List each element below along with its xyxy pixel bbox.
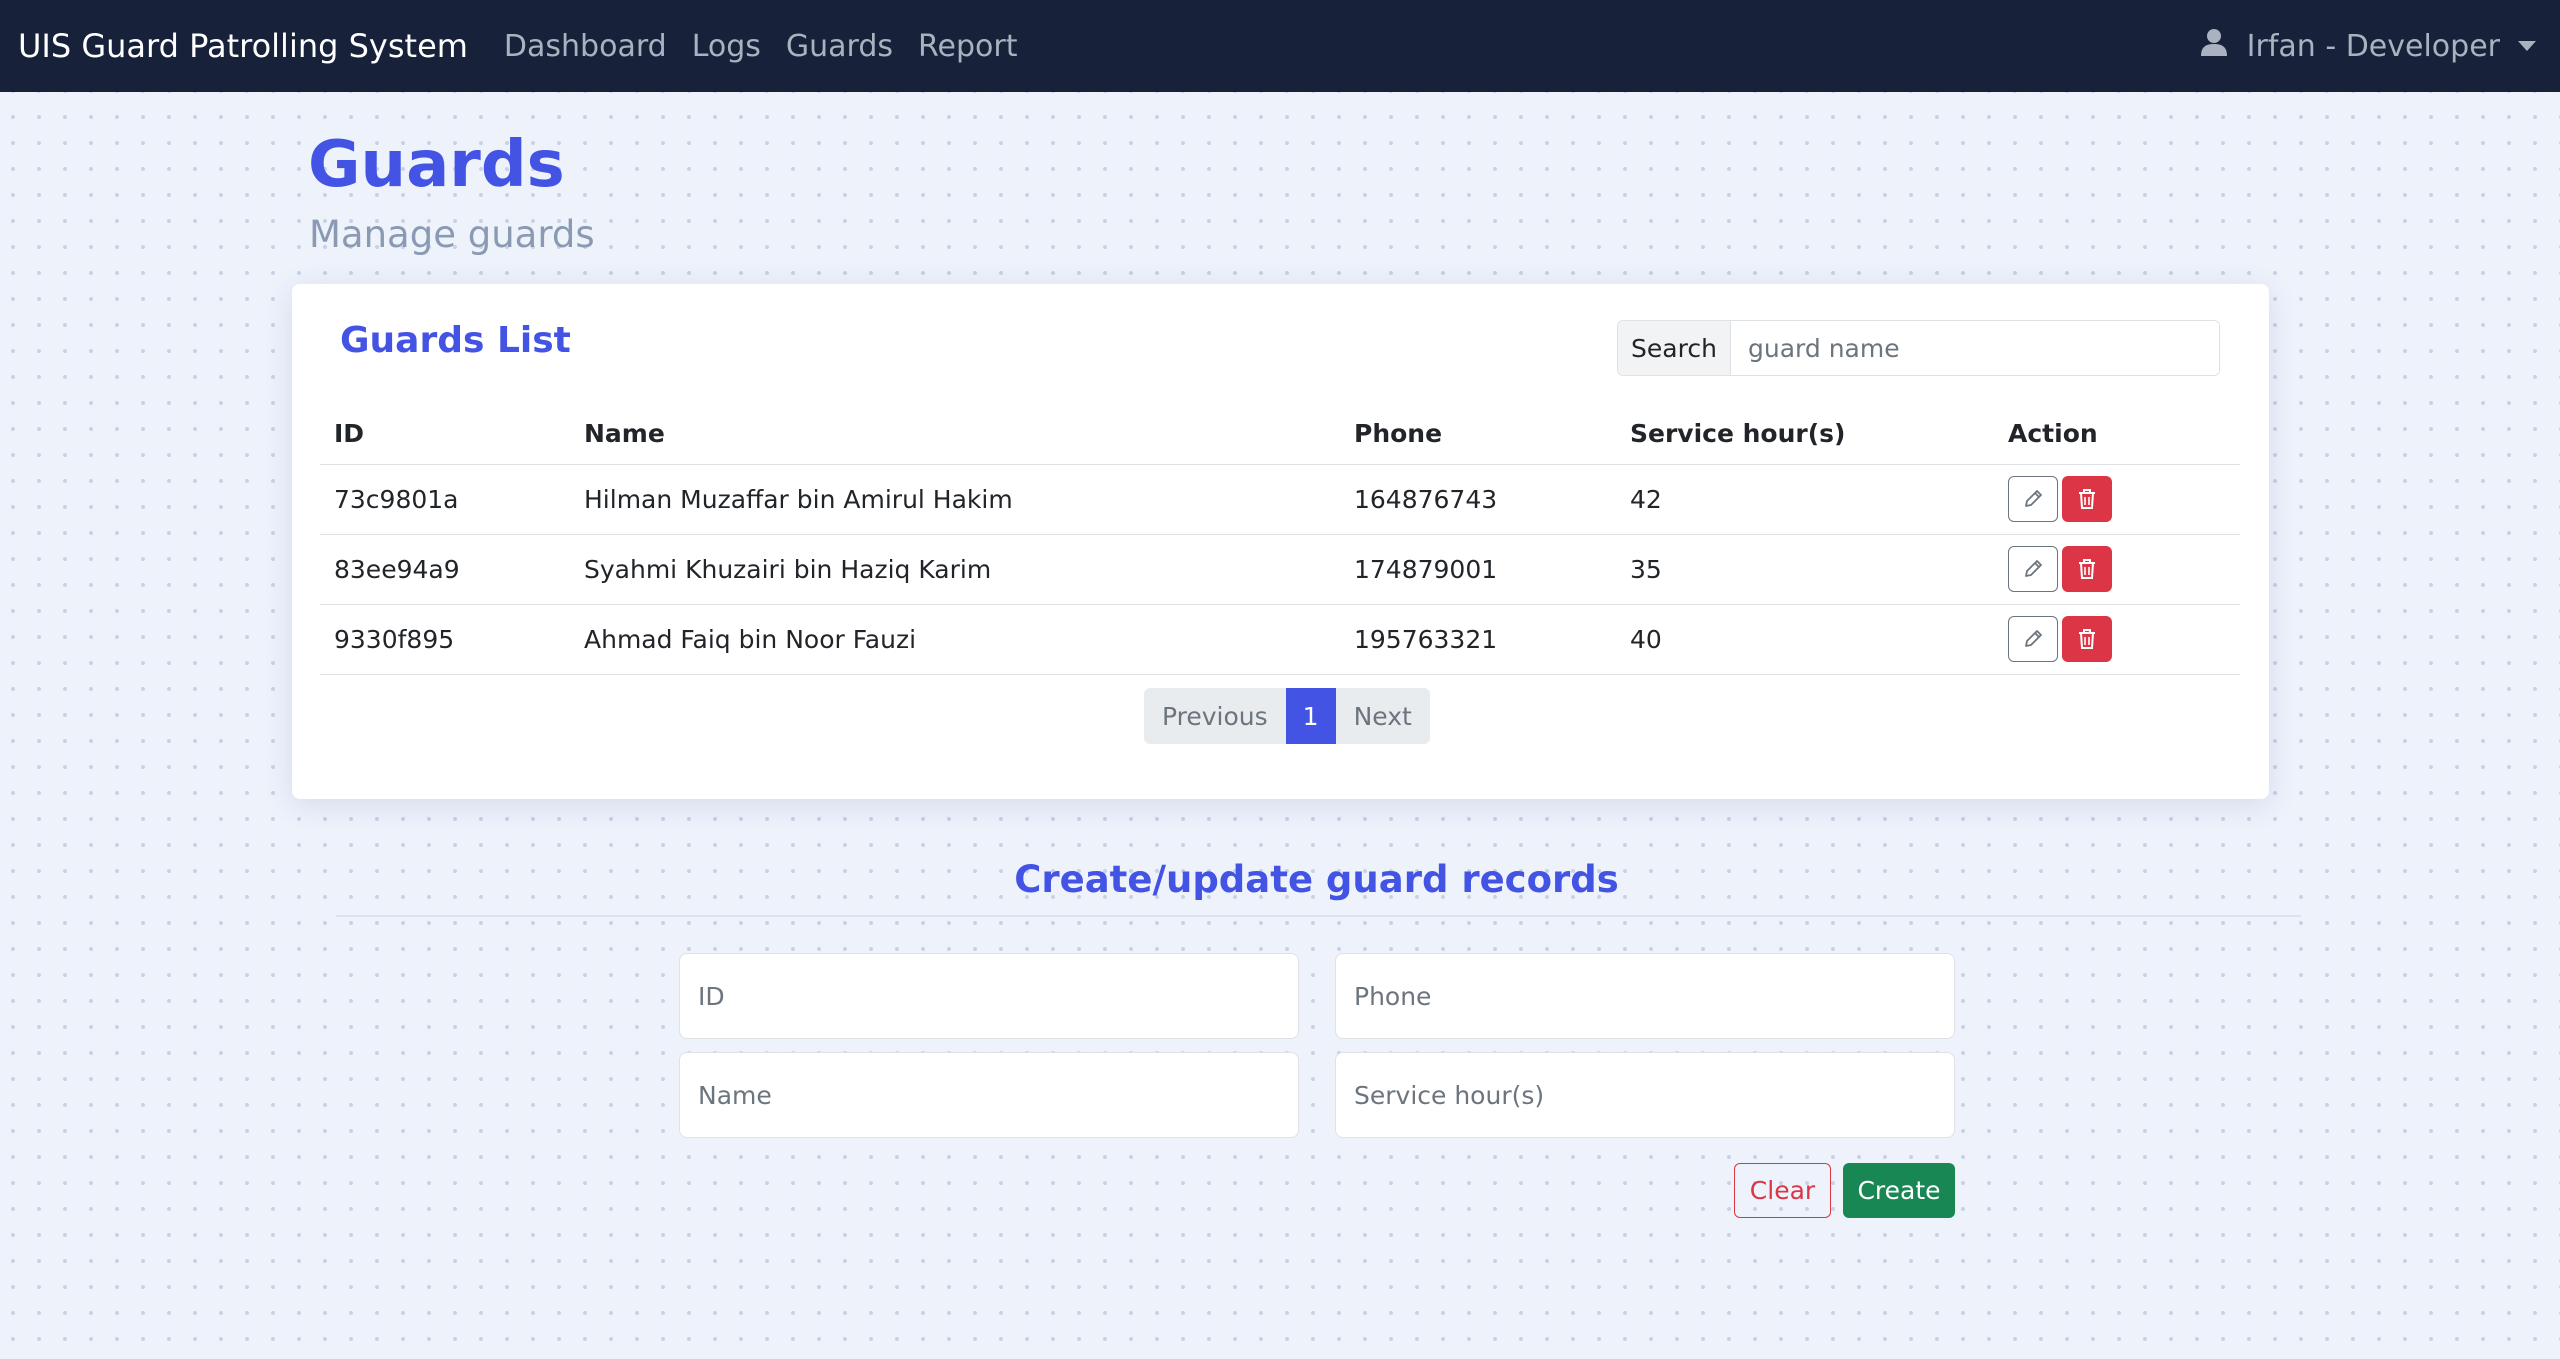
create-button[interactable]: Create <box>1843 1163 1955 1218</box>
page-subtitle: Manage guards <box>309 213 595 256</box>
trash-icon <box>2079 489 2095 509</box>
user-menu[interactable]: Irfan - Developer <box>2200 0 2536 92</box>
edit-button[interactable] <box>2008 476 2058 522</box>
nav-logs[interactable]: Logs <box>692 29 761 64</box>
nav-dashboard[interactable]: Dashboard <box>504 29 667 64</box>
pagination-previous[interactable]: Previous <box>1144 688 1286 744</box>
delete-button[interactable] <box>2062 616 2112 662</box>
pencil-icon <box>2025 490 2042 507</box>
nav-guards[interactable]: Guards <box>786 29 893 64</box>
column-header-hours: Service hour(s) <box>1616 404 1994 465</box>
table-row: 9330f895 Ahmad Faiq bin Noor Fauzi 19576… <box>320 604 2240 675</box>
pencil-icon <box>2025 560 2042 577</box>
edit-button[interactable] <box>2008 616 2058 662</box>
pagination-page-1[interactable]: 1 <box>1285 688 1336 744</box>
table-header-row: ID Name Phone Service hour(s) Action <box>320 404 2240 465</box>
cell-hours: 42 <box>1616 464 1994 535</box>
cell-name: Hilman Muzaffar bin Amirul Hakim <box>570 464 1340 535</box>
trash-icon <box>2079 629 2095 649</box>
name-field[interactable] <box>679 1052 1299 1138</box>
search-label: Search <box>1618 321 1731 375</box>
clear-button[interactable]: Clear <box>1734 1163 1831 1218</box>
edit-button[interactable] <box>2008 546 2058 592</box>
id-field[interactable] <box>679 953 1299 1039</box>
page-title: Guards <box>308 128 565 202</box>
cell-id: 9330f895 <box>320 604 570 675</box>
card-title: Guards List <box>340 320 571 361</box>
cell-id: 83ee94a9 <box>320 534 570 605</box>
search-group: Search <box>1617 320 2220 376</box>
column-header-action: Action <box>1994 404 2240 465</box>
guards-table: ID Name Phone Service hour(s) Action 73c… <box>320 404 2240 675</box>
pagination: Previous 1 Next <box>1144 688 1430 744</box>
cell-action <box>1994 534 2240 605</box>
user-icon <box>2200 28 2247 64</box>
trash-icon <box>2079 559 2095 579</box>
phone-field[interactable] <box>1335 953 1955 1039</box>
table-row: 83ee94a9 Syahmi Khuzairi bin Haziq Karim… <box>320 534 2240 605</box>
pencil-icon <box>2025 630 2042 647</box>
cell-action <box>1994 464 2240 535</box>
caret-down-icon <box>2518 41 2536 51</box>
form-title: Create/update guard records <box>1014 858 1619 901</box>
cell-id: 73c9801a <box>320 464 570 535</box>
cell-phone: 164876743 <box>1340 464 1616 535</box>
cell-name: Syahmi Khuzairi bin Haziq Karim <box>570 534 1340 605</box>
cell-phone: 195763321 <box>1340 604 1616 675</box>
nav-links: Dashboard Logs Guards Report <box>504 29 1043 64</box>
service-hours-field[interactable] <box>1335 1052 1955 1138</box>
delete-button[interactable] <box>2062 546 2112 592</box>
column-header-id: ID <box>320 404 570 465</box>
search-input[interactable] <box>1731 321 2219 375</box>
guards-list-card: Guards List Search ID Name Phone Service… <box>292 284 2269 799</box>
nav-report[interactable]: Report <box>918 29 1017 64</box>
form-divider <box>336 915 2301 917</box>
brand[interactable]: UIS Guard Patrolling System <box>18 27 468 65</box>
delete-button[interactable] <box>2062 476 2112 522</box>
cell-hours: 35 <box>1616 534 1994 605</box>
column-header-name: Name <box>570 404 1340 465</box>
cell-action <box>1994 604 2240 675</box>
cell-name: Ahmad Faiq bin Noor Fauzi <box>570 604 1340 675</box>
cell-phone: 174879001 <box>1340 534 1616 605</box>
navbar: UIS Guard Patrolling System Dashboard Lo… <box>0 0 2560 92</box>
table-row: 73c9801a Hilman Muzaffar bin Amirul Haki… <box>320 464 2240 535</box>
column-header-phone: Phone <box>1340 404 1616 465</box>
user-name: Irfan - Developer <box>2246 28 2500 64</box>
cell-hours: 40 <box>1616 604 1994 675</box>
pagination-next[interactable]: Next <box>1335 688 1430 744</box>
